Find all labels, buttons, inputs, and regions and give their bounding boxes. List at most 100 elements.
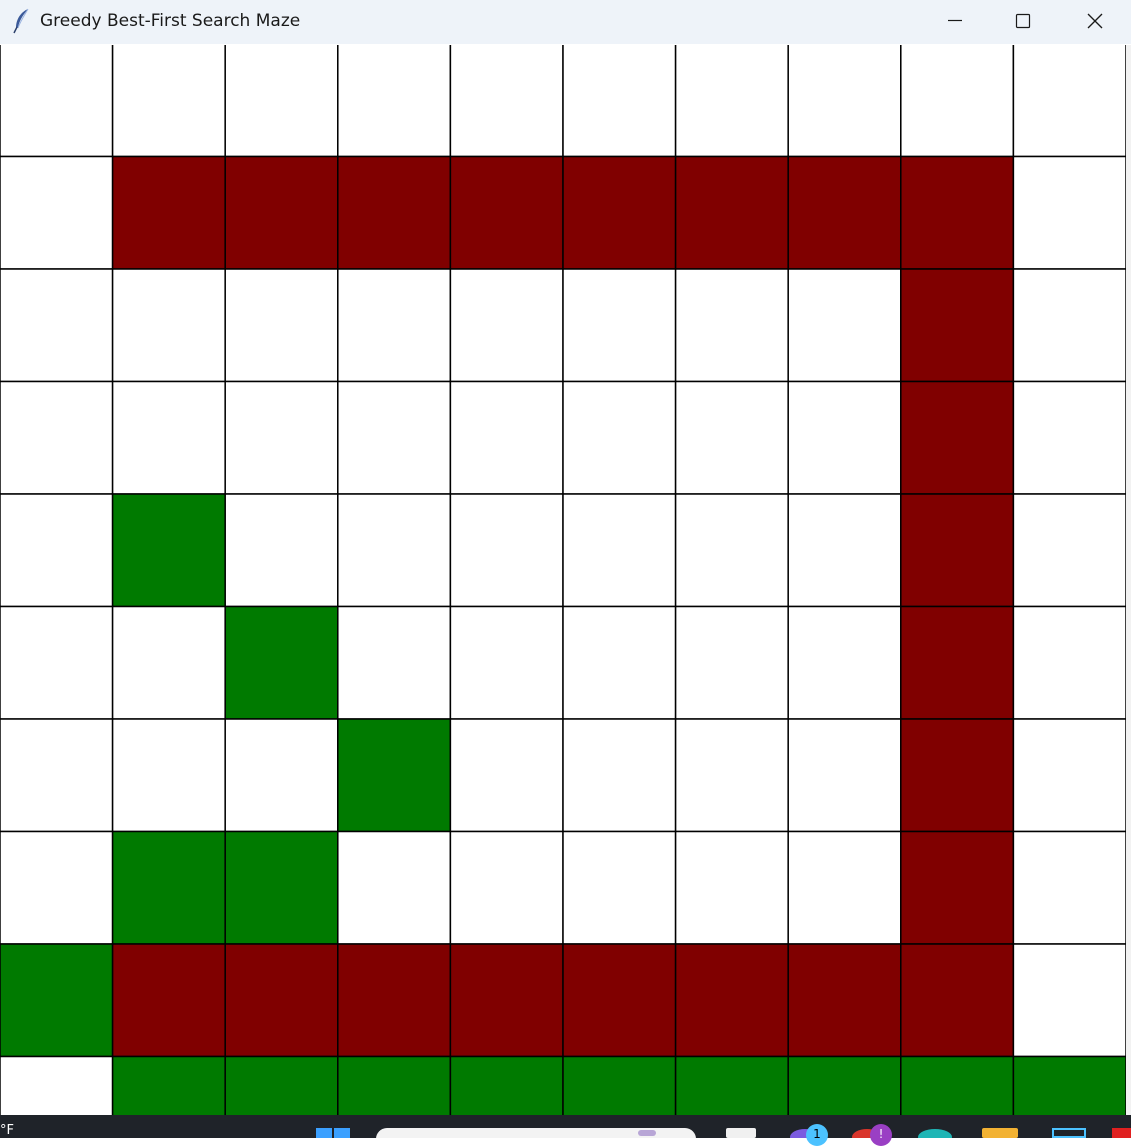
app-window: Greedy Best-First Search Maze <box>0 0 1131 1115</box>
wall-cell <box>787 155 902 270</box>
open-cell <box>674 45 789 158</box>
open-cell <box>562 380 677 495</box>
wall-cell <box>449 943 564 1058</box>
open-cell <box>787 605 902 720</box>
open-cell <box>1012 268 1126 383</box>
wall-cell <box>900 605 1015 720</box>
open-cell <box>449 493 564 608</box>
open-cell <box>0 830 114 945</box>
open-cell <box>674 268 789 383</box>
open-cell <box>562 268 677 383</box>
taskbar-app-icon[interactable] <box>1052 1128 1086 1138</box>
open-cell <box>787 45 902 158</box>
wall-cell <box>900 493 1015 608</box>
windows-start-icon[interactable] <box>316 1128 350 1138</box>
window-title: Greedy Best-First Search Maze <box>40 11 301 31</box>
open-cell <box>0 1055 114 1115</box>
wall-cell <box>900 718 1015 833</box>
open-cell <box>1012 155 1126 270</box>
wall-cell <box>337 943 452 1058</box>
notification-badge: 1 <box>806 1124 828 1146</box>
wall-cell <box>900 268 1015 383</box>
open-cell <box>111 605 226 720</box>
open-cell <box>224 380 339 495</box>
wall-cell <box>900 155 1015 270</box>
open-cell <box>224 493 339 608</box>
wall-cell <box>674 943 789 1058</box>
taskbar: °F <box>0 1115 1131 1138</box>
open-cell <box>111 380 226 495</box>
folder-icon[interactable] <box>982 1128 1018 1138</box>
open-cell <box>0 155 114 270</box>
open-cell <box>449 718 564 833</box>
open-cell <box>787 268 902 383</box>
open-cell <box>0 45 114 158</box>
open-cell <box>224 268 339 383</box>
open-cell <box>224 45 339 158</box>
notification-badge: ! <box>870 1124 892 1146</box>
open-cell <box>787 493 902 608</box>
open-cell <box>449 268 564 383</box>
open-cell <box>0 493 114 608</box>
open-cell <box>224 718 339 833</box>
open-cell <box>1012 45 1126 158</box>
taskbar-app-icon[interactable] <box>1112 1128 1131 1138</box>
minimize-icon <box>948 19 962 22</box>
taskbar-search-box[interactable] <box>376 1128 696 1138</box>
path-cell <box>900 1055 1015 1115</box>
open-cell <box>562 45 677 158</box>
open-cell <box>449 605 564 720</box>
open-cell <box>1012 380 1126 495</box>
open-cell <box>1012 605 1126 720</box>
wall-cell <box>111 943 226 1058</box>
open-cell <box>337 493 452 608</box>
taskbar-app-icon[interactable] <box>918 1129 952 1138</box>
taskbar-app-icon[interactable] <box>726 1128 756 1138</box>
wall-cell <box>337 155 452 270</box>
open-cell <box>674 493 789 608</box>
open-cell <box>337 45 452 158</box>
open-cell <box>111 45 226 158</box>
open-cell <box>0 718 114 833</box>
search-decoration-icon <box>638 1130 656 1136</box>
open-cell <box>674 830 789 945</box>
open-cell <box>0 268 114 383</box>
open-cell <box>562 718 677 833</box>
path-cell <box>224 1055 339 1115</box>
open-cell <box>900 45 1015 158</box>
taskbar-weather: °F <box>0 1123 14 1138</box>
path-cell <box>337 1055 452 1115</box>
wall-cell <box>562 943 677 1058</box>
open-cell <box>562 830 677 945</box>
close-button[interactable] <box>1060 0 1130 42</box>
maximize-button[interactable] <box>988 0 1058 42</box>
close-icon <box>1087 13 1103 29</box>
minimize-button[interactable] <box>920 0 990 42</box>
title-bar[interactable]: Greedy Best-First Search Maze <box>0 0 1131 44</box>
open-cell <box>337 830 452 945</box>
open-cell <box>111 268 226 383</box>
maze-grid <box>0 45 1126 1115</box>
path-cell <box>449 1055 564 1115</box>
open-cell <box>674 718 789 833</box>
path-cell <box>111 1055 226 1115</box>
open-cell <box>337 268 452 383</box>
open-cell <box>787 380 902 495</box>
path-cell <box>111 493 226 608</box>
path-cell <box>337 718 452 833</box>
open-cell <box>337 605 452 720</box>
path-cell <box>1012 1055 1126 1115</box>
open-cell <box>1012 493 1126 608</box>
open-cell <box>0 605 114 720</box>
open-cell <box>449 45 564 158</box>
open-cell <box>449 830 564 945</box>
open-cell <box>1012 830 1126 945</box>
wall-cell <box>224 155 339 270</box>
path-cell <box>224 605 339 720</box>
path-cell <box>787 1055 902 1115</box>
wall-cell <box>111 155 226 270</box>
open-cell <box>674 605 789 720</box>
open-cell <box>0 380 114 495</box>
path-cell <box>224 830 339 945</box>
feather-icon <box>13 8 29 34</box>
